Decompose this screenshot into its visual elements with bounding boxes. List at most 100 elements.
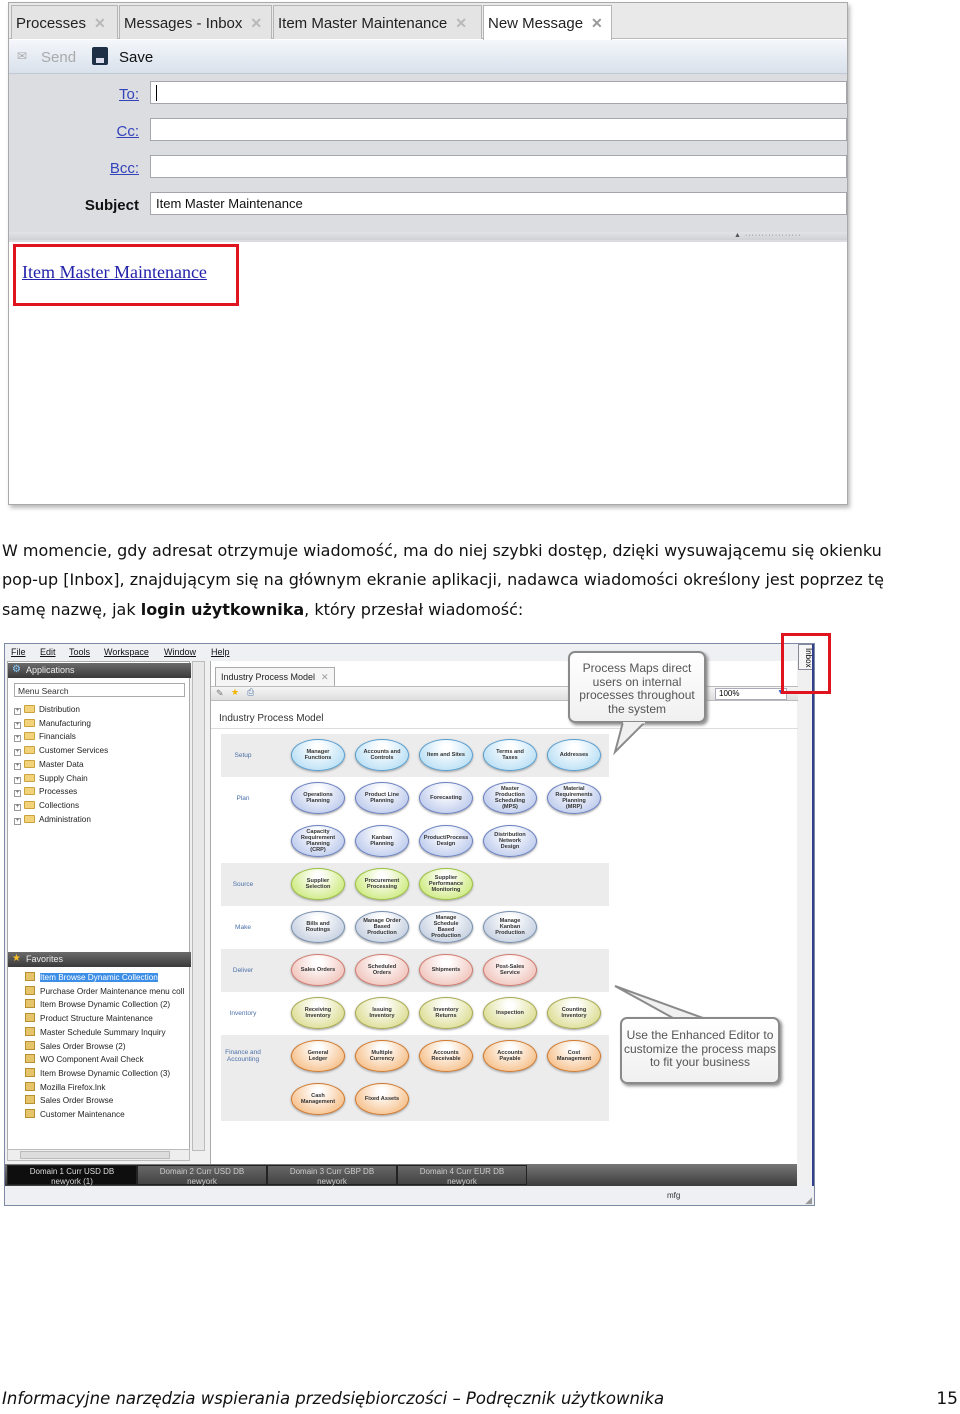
favorite-item[interactable]: Mozilla Firefox.lnk (25, 1081, 106, 1092)
menu-help[interactable]: Help (211, 647, 230, 657)
message-body-link[interactable]: Item Master Maintenance (22, 262, 207, 283)
process-bubble[interactable]: Accounts and Controls (355, 739, 409, 771)
process-bubble[interactable]: Procurement Processing (355, 868, 409, 900)
favorite-item[interactable]: Item Browse Dynamic Collection (2) (25, 999, 170, 1009)
process-bubble[interactable]: Multiple Currency (355, 1040, 409, 1072)
horizontal-scrollbar[interactable] (7, 1149, 190, 1161)
process-bubble[interactable]: General Ledger (291, 1040, 345, 1072)
process-bubble[interactable]: Shipments (419, 954, 473, 986)
tree-item[interactable]: + Customer Services (14, 746, 108, 757)
process-bubble[interactable]: Fixed Assets (355, 1083, 409, 1115)
process-bubble[interactable]: Master Production Scheduling (MPS) (483, 782, 537, 814)
domain-tab[interactable]: Domain 2 Curr USD DB newyork (137, 1165, 267, 1186)
cc-input[interactable] (150, 118, 847, 141)
applications-header[interactable]: ⚙ Applications (8, 663, 191, 678)
print-icon[interactable]: ⎙ (247, 687, 254, 698)
left-panel-scrollbar[interactable] (192, 661, 205, 1151)
favorite-item[interactable]: Sales Order Browse (25, 1095, 113, 1105)
favorites-header[interactable]: ★ Favorites (8, 952, 191, 967)
process-bubble[interactable]: Product Line Planning (355, 782, 409, 814)
favorite-item[interactable]: Customer Maintenance (25, 1109, 125, 1119)
process-bubble[interactable]: Supplier Selection (291, 868, 345, 900)
bcc-input[interactable] (150, 155, 847, 178)
process-bubble[interactable]: Supplier Performance Monitoring (419, 868, 473, 900)
tree-item[interactable]: + Master Data (14, 759, 84, 770)
domain-tab[interactable]: Domain 3 Curr GBP DB newyork (267, 1165, 397, 1186)
tree-item[interactable]: + Financials (14, 732, 76, 743)
star-icon[interactable]: ★ (231, 687, 239, 698)
favorite-item[interactable]: Sales Order Browse (2) (25, 1040, 126, 1051)
favorite-item[interactable]: Item Browse Dynamic Collection (25, 972, 158, 982)
process-bubble[interactable]: Scheduled Orders (355, 954, 409, 986)
process-bubble[interactable]: Capacity Requirement Planning (CRP) (291, 825, 345, 857)
process-bubble[interactable]: Cost Management (547, 1040, 601, 1072)
process-bubble[interactable]: Addresses (547, 739, 601, 771)
process-bubble[interactable]: Bills and Routings (291, 911, 345, 943)
menu-file[interactable]: File (11, 647, 26, 657)
cc-label[interactable]: Cc: (117, 123, 140, 140)
process-bubble[interactable]: Issuing Inventory (355, 997, 409, 1029)
to-input[interactable] (150, 81, 847, 104)
close-icon[interactable]: ✕ (591, 15, 603, 31)
process-bubble[interactable]: Manage Order Based Production (355, 911, 409, 943)
process-bubble[interactable]: Counting Inventory (547, 997, 601, 1029)
process-bubble[interactable]: Product/Process Design (419, 825, 473, 857)
process-bubble[interactable]: Material Requirements Planning (MRP) (547, 782, 601, 814)
tree-item[interactable]: + Administration (14, 814, 91, 825)
tab-new-message[interactable]: New Message ✕ (483, 5, 612, 40)
tree-item[interactable]: + Collections (14, 800, 79, 811)
to-label[interactable]: To: (119, 86, 139, 103)
tab-messages-inbox[interactable]: Messages - Inbox ✕ (119, 5, 272, 39)
bcc-label[interactable]: Bcc: (110, 160, 139, 177)
process-bubble[interactable]: Operations Planning (291, 782, 345, 814)
process-bubble[interactable]: Forecasting (419, 782, 473, 814)
favorite-item[interactable]: WO Component Avail Check (25, 1054, 144, 1064)
close-icon[interactable]: ✕ (455, 15, 467, 31)
menu-search-input[interactable]: Menu Search (14, 683, 185, 697)
tree-item[interactable]: + Processes (14, 787, 77, 798)
close-icon[interactable]: ✕ (250, 15, 262, 31)
tree-item[interactable]: + Manufacturing (14, 718, 91, 729)
favorite-item[interactable]: Product Structure Maintenance (25, 1013, 153, 1023)
favorite-item[interactable]: Master Schedule Summary Inquiry (25, 1026, 166, 1037)
process-bubble[interactable]: Accounts Payable (483, 1040, 537, 1072)
process-bubble[interactable]: Manage Schedule Based Production (419, 911, 473, 943)
favorite-item[interactable]: Item Browse Dynamic Collection (3) (25, 1067, 170, 1078)
menu-tools[interactable]: Tools (69, 647, 90, 657)
menu-window[interactable]: Window (164, 647, 196, 657)
zoom-select[interactable]: 100% ▼ (715, 688, 787, 700)
favorite-item[interactable]: Purchase Order Maintenance menu coll (25, 985, 184, 996)
tab-processes[interactable]: Processes ✕ (11, 5, 118, 39)
close-icon[interactable]: ✕ (321, 672, 329, 682)
folder-icon (24, 800, 35, 809)
send-button[interactable]: Send (41, 49, 76, 66)
menu-workspace[interactable]: Workspace (104, 647, 149, 657)
process-bubble[interactable]: Terms and Taxes (483, 739, 537, 771)
resize-grip-icon[interactable]: ◢ (805, 1195, 812, 1205)
tab-item-master-maintenance[interactable]: Item Master Maintenance ✕ (273, 5, 482, 39)
tab-industry-process-model[interactable]: Industry Process Model ✕ (215, 667, 335, 686)
process-bubble[interactable]: Inventory Returns (419, 997, 473, 1029)
tree-item[interactable]: + Distribution (14, 705, 80, 715)
process-bubble[interactable]: Cash Management (291, 1083, 345, 1115)
process-bubble[interactable]: Receiving Inventory (291, 997, 345, 1029)
process-bubble[interactable]: Manager Functions (291, 739, 345, 771)
process-bubble[interactable]: Sales Orders (291, 954, 345, 986)
process-bubble[interactable]: Item and Sites (419, 739, 473, 771)
process-bubble[interactable]: Distribution Network Design (483, 825, 537, 857)
process-bubble[interactable]: Manage Kanban Production (483, 911, 537, 943)
process-bubble[interactable]: Post-Sales Service (483, 954, 537, 986)
splitter[interactable]: ▲ ················· (9, 232, 847, 240)
domain-tab[interactable]: Domain 4 Curr EUR DB newyork (397, 1165, 527, 1186)
process-bubble[interactable]: Kanban Planning (355, 825, 409, 857)
domain-tab[interactable]: Domain 1 Curr USD DB newyork (1) (7, 1165, 137, 1186)
process-bubble[interactable]: Inspection (483, 997, 537, 1029)
process-bubble[interactable]: Accounts Receivable (419, 1040, 473, 1072)
subject-input[interactable]: Item Master Maintenance (150, 192, 847, 215)
close-icon[interactable]: ✕ (94, 15, 106, 31)
paragraph-line: samę nazwę, jak login użytkownika, który… (2, 595, 958, 624)
save-button[interactable]: Save (119, 49, 153, 66)
menu-edit[interactable]: Edit (40, 647, 56, 657)
edit-icon[interactable]: ✎ (216, 688, 224, 699)
tree-item[interactable]: + Supply Chain (14, 773, 88, 784)
